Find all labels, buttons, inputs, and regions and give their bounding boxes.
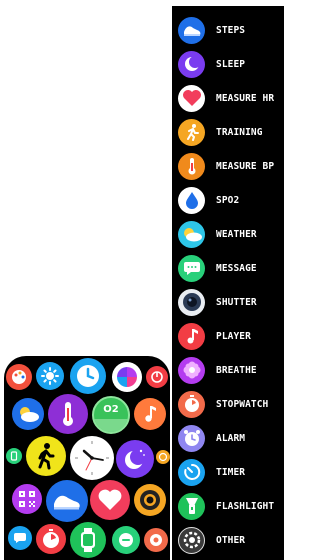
app-alarm-icon[interactable] <box>144 528 168 552</box>
app-thermometer-icon[interactable] <box>48 394 88 434</box>
moon-icon <box>178 50 205 78</box>
app-clock-icon[interactable] <box>70 358 106 394</box>
app-weather-icon[interactable] <box>12 398 44 430</box>
watch-app-grid: O2 <box>4 356 170 560</box>
menu-item-label: OTHER <box>216 534 246 546</box>
stopwatch-icon <box>178 390 205 418</box>
menu-item-label: TRAINING <box>216 126 263 138</box>
app-walking-icon[interactable] <box>26 436 66 476</box>
menu-item-label: MESSAGE <box>216 262 257 274</box>
shoe-icon <box>178 16 205 44</box>
app-chat-icon[interactable] <box>112 526 140 554</box>
flashlight-icon <box>178 492 205 520</box>
menu-item-measure-bp[interactable]: MEASURE BP <box>172 150 284 182</box>
app-qr-code-icon[interactable] <box>12 484 42 514</box>
alarm-clock-icon <box>178 424 205 452</box>
menu-item-flashlight[interactable]: FLASHLIGHT <box>172 490 284 522</box>
menu-item-weather[interactable]: WEATHER <box>172 218 284 250</box>
app-spo2-icon[interactable]: O2 <box>92 396 130 434</box>
gear-icon <box>178 526 205 554</box>
app-music-icon[interactable] <box>134 398 166 430</box>
menu-item-label: SLEEP <box>216 58 246 70</box>
menu-item-label: MEASURE BP <box>216 160 275 172</box>
menu-item-measure-hr[interactable]: MEASURE HR <box>172 82 284 114</box>
app-message-icon[interactable] <box>8 526 32 550</box>
menu-item-breathe[interactable]: BREATHE <box>172 354 284 386</box>
menu-item-other[interactable]: OTHER <box>172 524 284 556</box>
app-pinwheel-icon[interactable] <box>112 362 142 392</box>
menu-item-label: STOPWATCH <box>216 398 269 410</box>
menu-item-stopwatch[interactable]: STOPWATCH <box>172 388 284 420</box>
menu-item-steps[interactable]: STEPS <box>172 14 284 46</box>
app-stopwatch-icon[interactable] <box>36 524 66 554</box>
music-note-icon <box>178 322 205 350</box>
app-camera-icon[interactable] <box>134 484 166 516</box>
app-timer-small-icon[interactable] <box>156 450 170 464</box>
droplet-icon <box>178 186 205 214</box>
menu-item-label: ALARM <box>216 432 246 444</box>
menu-item-player[interactable]: PLAYER <box>172 320 284 352</box>
menu-item-label: PLAYER <box>216 330 251 342</box>
app-analog-clock-icon[interactable] <box>70 436 114 480</box>
menu-item-message[interactable]: MESSAGE <box>172 252 284 284</box>
menu-item-label: FLASHLIGHT <box>216 500 275 512</box>
app-battery-icon[interactable] <box>6 448 22 464</box>
menu-item-label: SHUTTER <box>216 296 257 308</box>
sun-cloud-icon <box>178 220 205 248</box>
app-sleep-icon[interactable] <box>116 440 154 478</box>
app-heart-icon[interactable] <box>90 480 130 520</box>
heart-icon <box>178 84 205 112</box>
app-power-icon[interactable] <box>146 366 168 388</box>
timer-icon <box>178 458 205 486</box>
menu-item-training[interactable]: TRAINING <box>172 116 284 148</box>
app-menu-list: STEPS SLEEP MEASURE HR TRAINING MEASURE … <box>172 6 284 560</box>
menu-item-label: BREATHE <box>216 364 257 376</box>
menu-item-sleep[interactable]: SLEEP <box>172 48 284 80</box>
running-icon <box>178 118 205 146</box>
flower-icon <box>178 356 205 384</box>
app-watch-icon[interactable] <box>70 522 106 558</box>
menu-item-label: MEASURE HR <box>216 92 275 104</box>
o2-label: O2 <box>103 404 119 415</box>
thermometer-icon <box>178 152 205 180</box>
menu-item-shutter[interactable]: SHUTTER <box>172 286 284 318</box>
chat-bubble-icon <box>178 254 205 282</box>
app-steps-icon[interactable] <box>46 480 88 522</box>
menu-item-spo2[interactable]: SPO2 <box>172 184 284 216</box>
app-brightness-icon[interactable] <box>36 362 64 390</box>
menu-item-label: SPO2 <box>216 194 240 206</box>
menu-item-alarm[interactable]: ALARM <box>172 422 284 454</box>
app-palette-icon[interactable] <box>6 364 32 390</box>
camera-shutter-icon <box>178 288 205 316</box>
menu-item-timer[interactable]: TIMER <box>172 456 284 488</box>
menu-item-label: STEPS <box>216 24 246 36</box>
menu-item-label: WEATHER <box>216 228 257 240</box>
menu-item-label: TIMER <box>216 466 246 478</box>
